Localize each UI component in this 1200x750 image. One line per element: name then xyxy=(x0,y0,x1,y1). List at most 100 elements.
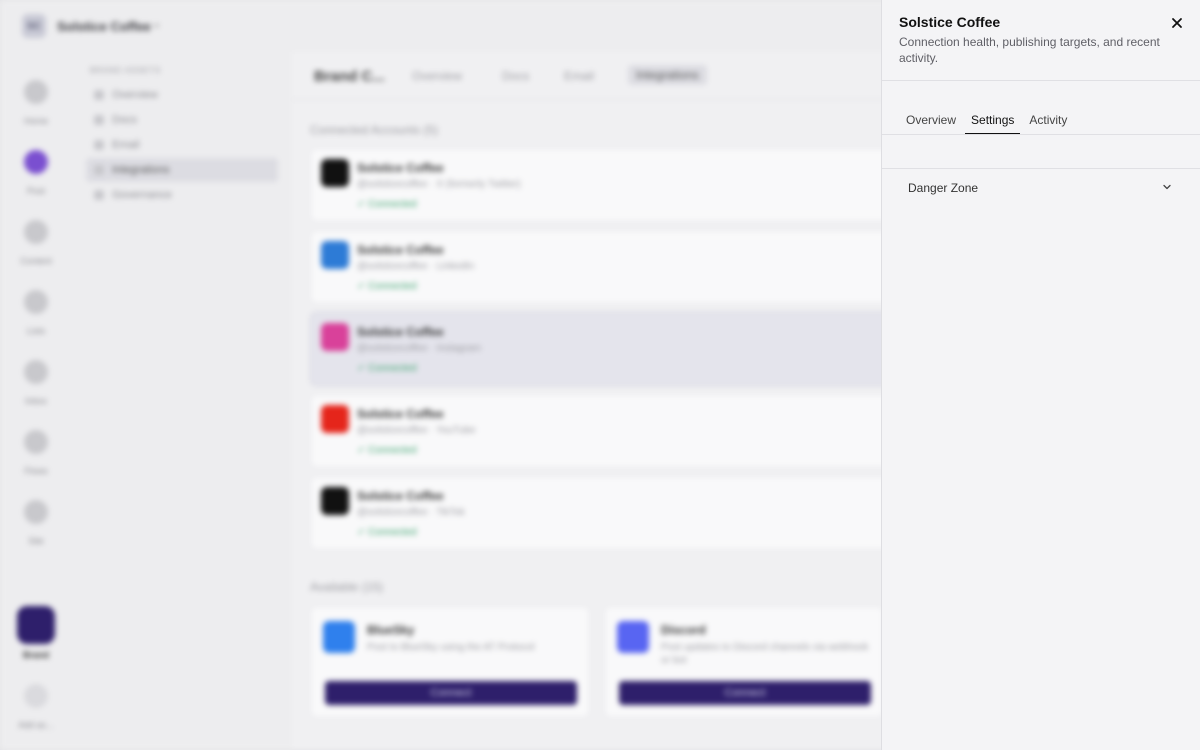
overview-icon xyxy=(94,90,104,100)
danger-zone-accordion[interactable]: Danger Zone xyxy=(882,169,1200,207)
account-handle: @solsticecoffee · LinkedIn xyxy=(357,261,475,272)
subnav-item-overview[interactable]: Overview xyxy=(86,83,278,107)
bluesky-logo-icon xyxy=(323,621,355,653)
email-icon xyxy=(94,140,104,150)
integration-card: Discord Post updates to Discord channels… xyxy=(604,606,884,718)
integration-description: Post to BlueSky using the AT Protocol xyxy=(367,642,535,653)
rail-item-content[interactable]: Content xyxy=(0,220,72,266)
status-badge: ✓ Connected xyxy=(357,445,417,456)
inbox-icon xyxy=(24,360,48,384)
account-name: Solstice Coffee xyxy=(357,243,444,257)
workspace-name[interactable]: Solstice Coffee xyxy=(57,19,151,34)
subnav-label: Integrations xyxy=(112,164,170,176)
rail-item-add-account[interactable]: Add ac... xyxy=(0,684,72,730)
divider xyxy=(882,134,1200,135)
youtube-logo-icon xyxy=(321,405,349,433)
status-badge: ✓ Connected xyxy=(357,527,417,538)
rail-item-flows[interactable]: Flows xyxy=(0,430,72,476)
site-icon xyxy=(24,500,48,524)
subnav-heading: BRAND ASSETS xyxy=(90,66,161,75)
subnav-label: Email xyxy=(112,139,140,151)
lists-icon xyxy=(24,290,48,314)
flows-icon xyxy=(24,430,48,454)
integration-card: BlueSky Post to BlueSky using the AT Pro… xyxy=(310,606,590,718)
account-handle: @solsticecoffee · Instagram xyxy=(357,343,481,354)
post-icon xyxy=(24,150,48,174)
integrations-icon xyxy=(94,165,104,175)
account-name: Solstice Coffee xyxy=(357,489,444,503)
rail-label: Home xyxy=(23,116,48,126)
rail-label: Flows xyxy=(24,466,48,476)
x-logo-icon xyxy=(321,159,349,187)
subnav-item-docs[interactable]: Docs xyxy=(86,108,278,132)
content-header: Brand C... Overview Docs Email Integrati… xyxy=(292,52,912,100)
rail-item-site[interactable]: Site xyxy=(0,500,72,546)
tab-docs[interactable]: Docs xyxy=(502,69,529,83)
account-name: Solstice Coffee xyxy=(357,161,444,175)
tab-email[interactable]: Email xyxy=(564,69,594,83)
subnav-label: Overview xyxy=(112,89,158,101)
subnav-label: Governance xyxy=(112,189,172,201)
tab-settings[interactable]: Settings xyxy=(965,110,1021,135)
tab-activity[interactable]: Activity xyxy=(1023,110,1073,133)
account-card[interactable]: Solstice Coffee @solsticecoffee · YouTub… xyxy=(310,394,910,468)
connect-button[interactable]: Connect xyxy=(619,681,871,705)
brand-icon xyxy=(17,606,55,644)
connect-button[interactable]: Connect xyxy=(325,681,577,705)
tab-integrations[interactable]: Integrations xyxy=(628,65,707,85)
governance-icon xyxy=(94,190,104,200)
chevron-down-icon xyxy=(1163,184,1171,190)
main-content: Brand C... Overview Docs Email Integrati… xyxy=(292,52,912,750)
integration-description: Post updates to Discord channels via web… xyxy=(661,642,869,666)
status-badge: ✓ Connected xyxy=(357,199,417,210)
docs-icon xyxy=(94,115,104,125)
subnav-item-governance[interactable]: Governance xyxy=(86,183,278,207)
divider xyxy=(882,80,1200,81)
close-button[interactable] xyxy=(1168,14,1186,32)
rail-item-lists[interactable]: Lists xyxy=(0,290,72,336)
rail-label: Post xyxy=(26,186,45,196)
tab-overview[interactable]: Overview xyxy=(412,69,462,83)
linkedin-logo-icon xyxy=(321,241,349,269)
account-handle: @solsticecoffee · YouTube xyxy=(357,425,476,436)
account-card[interactable]: Solstice Coffee @solsticecoffee · TikTok… xyxy=(310,476,910,550)
panel-subtitle: Connection health, publishing targets, a… xyxy=(899,35,1160,65)
account-handle: @solsticecoffee · X (formerly Twitter) xyxy=(357,179,521,190)
rail-label: Lists xyxy=(26,326,46,336)
icon-rail: Home Post Content Lists Inbox Flows Site… xyxy=(0,60,72,750)
content-icon xyxy=(24,220,48,244)
rail-label: Add ac... xyxy=(18,720,54,730)
status-badge: ✓ Connected xyxy=(357,363,417,374)
account-handle: @solsticecoffee · TikTok xyxy=(357,507,465,518)
rail-item-post[interactable]: Post xyxy=(0,150,72,196)
panel-title: Solstice Coffee xyxy=(899,14,1001,30)
danger-zone-label: Danger Zone xyxy=(908,181,979,195)
integration-name: BlueSky xyxy=(367,623,415,637)
connected-accounts-heading: Connected Accounts (5) xyxy=(310,123,439,137)
tiktok-logo-icon xyxy=(321,487,349,515)
instagram-logo-icon xyxy=(321,323,349,351)
plus-icon xyxy=(24,684,48,708)
account-card[interactable]: Solstice Coffee @solsticecoffee · Instag… xyxy=(310,312,910,386)
rail-label: Brand xyxy=(22,650,49,660)
status-badge: ✓ Connected xyxy=(357,281,417,292)
available-heading: Available (15) xyxy=(310,580,384,594)
brand-assets-nav: BRAND ASSETS Overview Docs Email Integra… xyxy=(86,60,278,208)
rail-item-inbox[interactable]: Inbox xyxy=(0,360,72,406)
workspace-avatar[interactable]: SC xyxy=(22,14,46,38)
rail-label: Inbox xyxy=(24,396,48,406)
rail-item-brand[interactable]: Brand xyxy=(0,606,72,660)
subnav-item-integrations[interactable]: Integrations xyxy=(86,158,278,182)
top-bar: SC Solstice Coffee ⌄ xyxy=(0,0,880,52)
account-name: Solstice Coffee xyxy=(357,325,444,339)
account-card[interactable]: Solstice Coffee @solsticecoffee · X (for… xyxy=(310,148,910,222)
rail-item-home[interactable]: Home xyxy=(0,80,72,126)
tab-overview[interactable]: Overview xyxy=(900,110,962,133)
account-card[interactable]: Solstice Coffee @solsticecoffee · Linked… xyxy=(310,230,910,304)
account-details-panel: Solstice Coffee Connection health, publi… xyxy=(881,0,1200,750)
subnav-item-email[interactable]: Email xyxy=(86,133,278,157)
chevron-down-icon[interactable]: ⌄ xyxy=(152,17,161,30)
discord-logo-icon xyxy=(617,621,649,653)
integration-name: Discord xyxy=(661,623,706,637)
close-icon xyxy=(1172,18,1182,28)
